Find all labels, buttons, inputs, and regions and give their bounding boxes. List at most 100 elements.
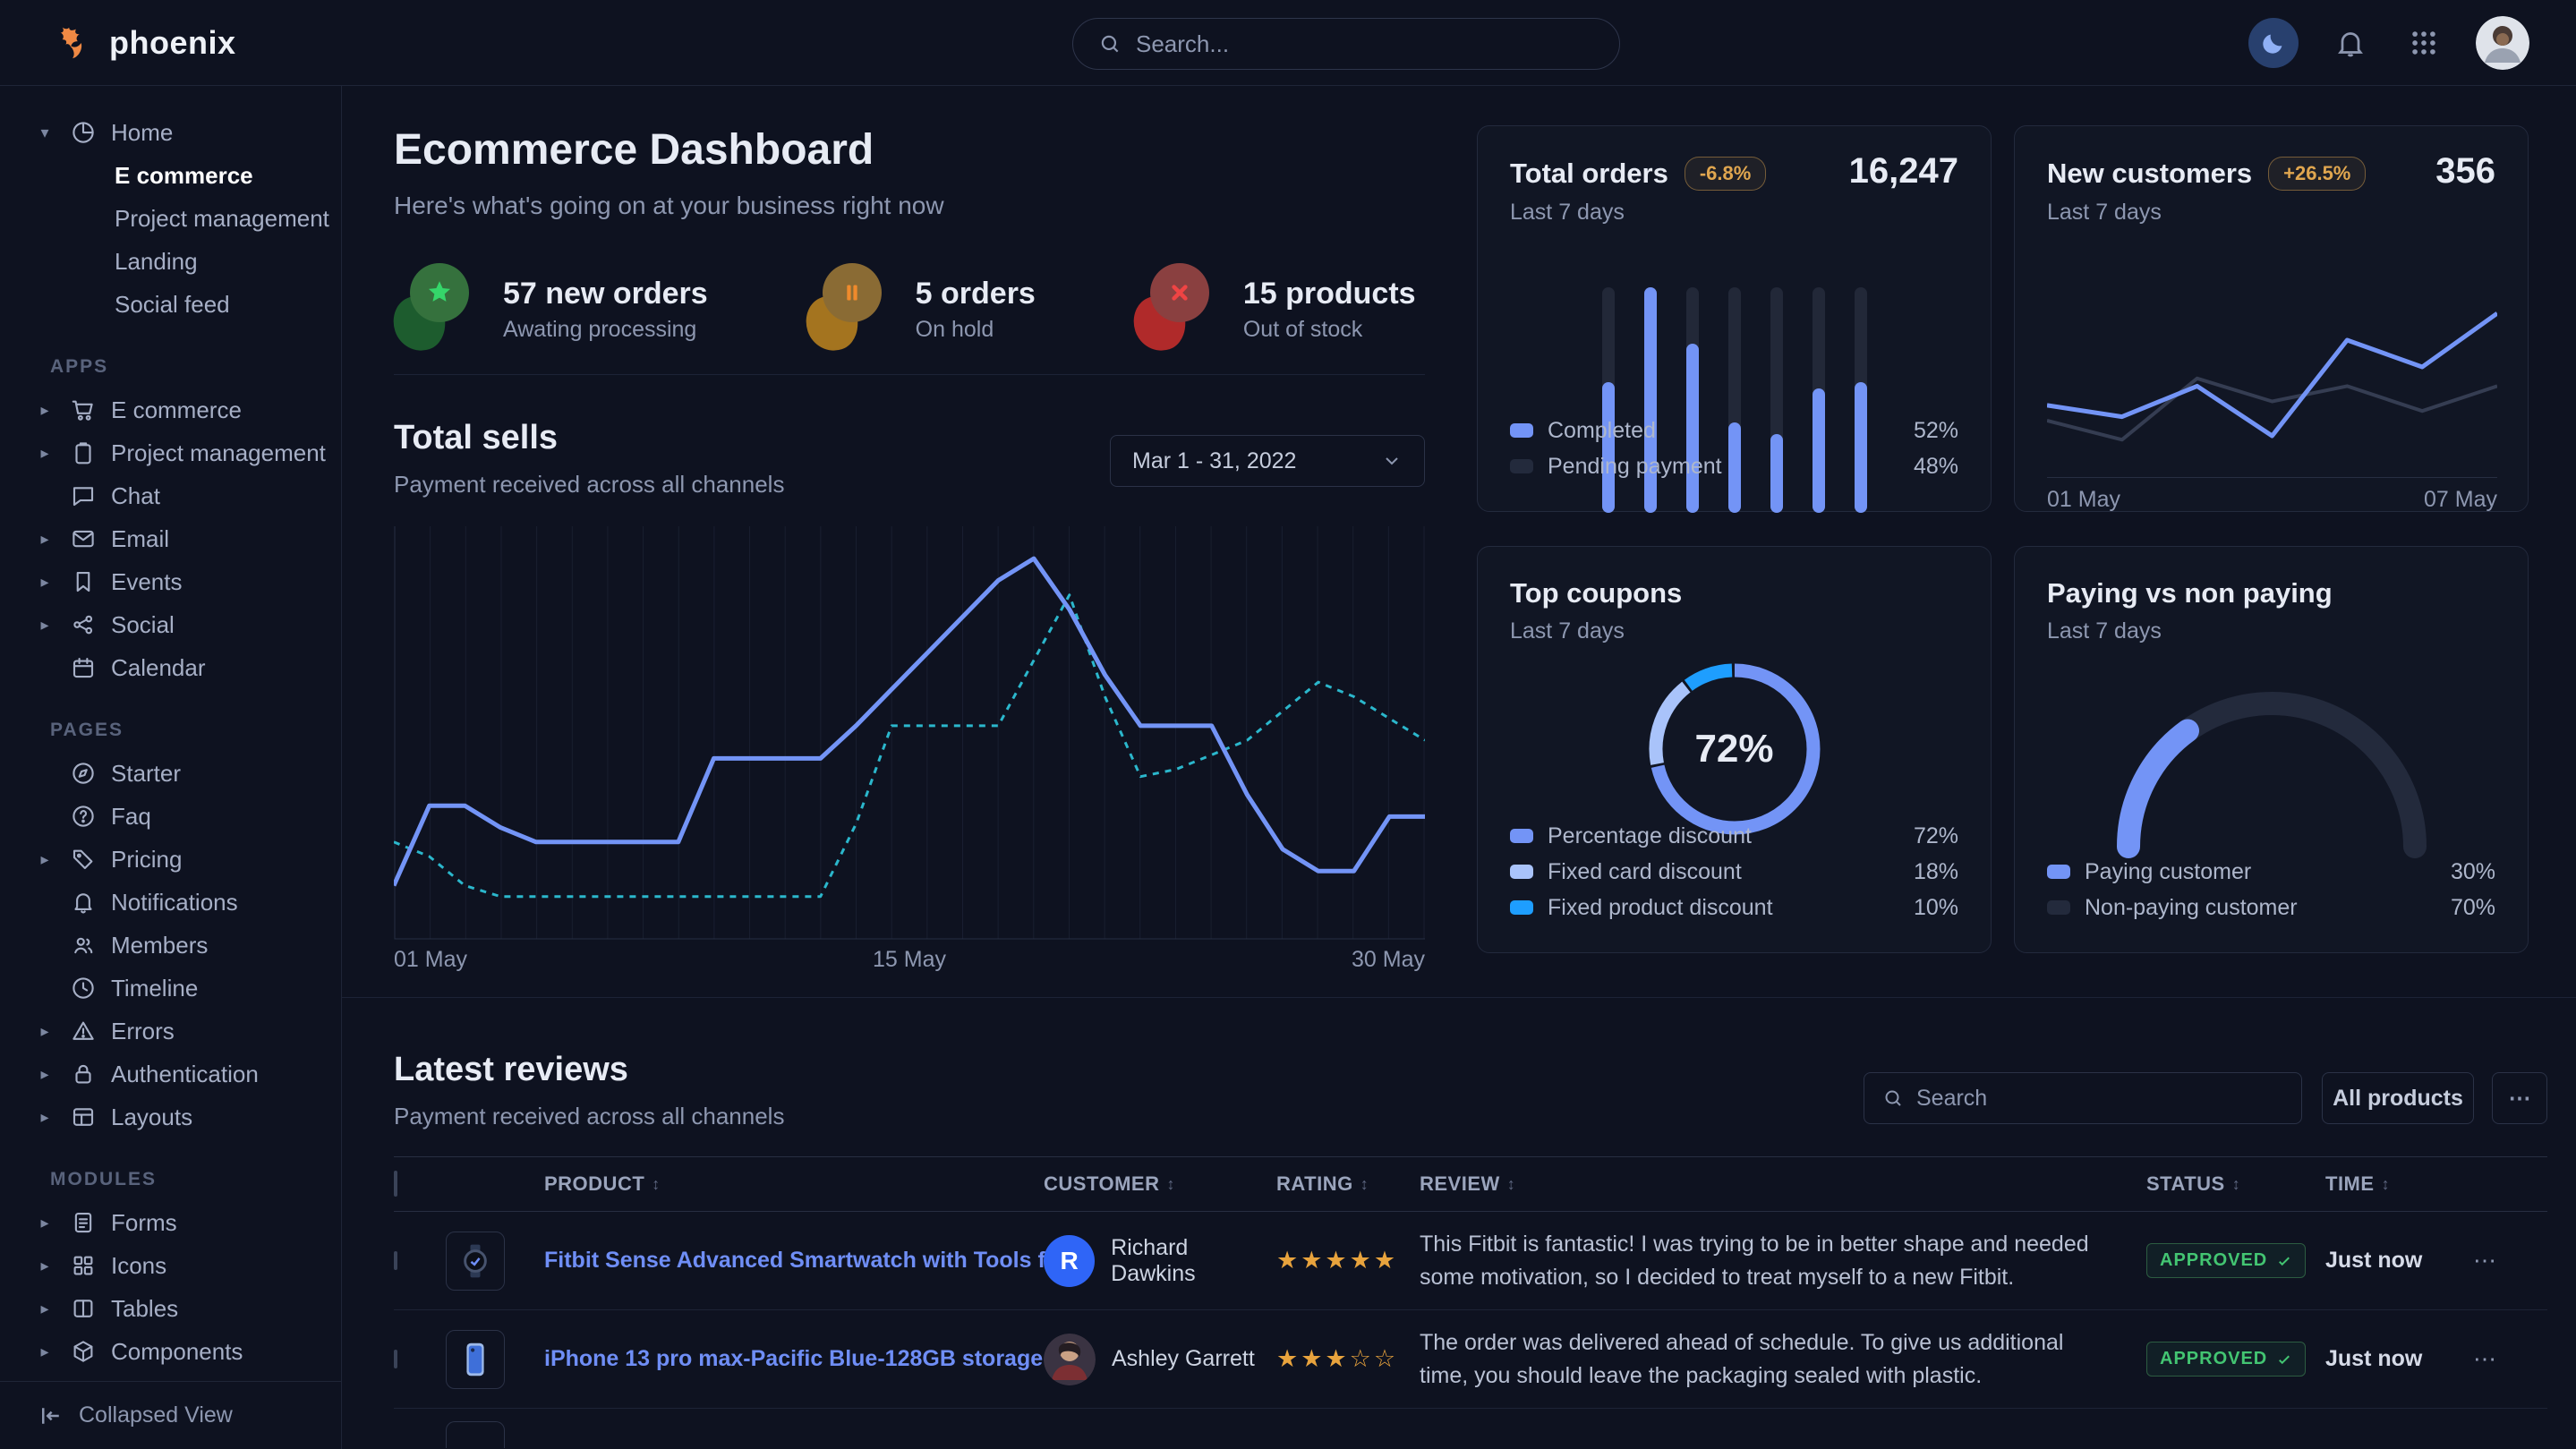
- sidebar-item-components[interactable]: ▸Components: [0, 1330, 341, 1373]
- sidebar-item-pricing[interactable]: ▸Pricing: [0, 838, 341, 881]
- sidebar-item-landing[interactable]: Landing: [0, 240, 341, 283]
- sidebar-item-email[interactable]: ▸Email: [0, 517, 341, 560]
- lock-icon: [68, 1059, 98, 1089]
- col-time[interactable]: TIME↕: [2325, 1172, 2458, 1196]
- sidebar-item-home[interactable]: ▾Home: [0, 111, 341, 154]
- sidebar-item-label: E commerce: [111, 396, 242, 424]
- select-all-checkbox[interactable]: [394, 1171, 397, 1197]
- search-input[interactable]: [1136, 30, 1594, 58]
- caret-right-icon: ▸: [34, 1257, 55, 1275]
- sidebar-item-errors[interactable]: ▸Errors: [0, 1010, 341, 1053]
- layout-icon: [68, 1102, 98, 1132]
- caret-right-icon: ▸: [34, 1022, 55, 1041]
- sidebar-item-social-feed[interactable]: Social feed: [0, 283, 341, 326]
- notifications-bell-icon[interactable]: [2329, 21, 2372, 64]
- col-status[interactable]: STATUS↕: [2146, 1172, 2325, 1196]
- x-label: 15 May: [873, 947, 946, 973]
- card-period: Last 7 days: [1510, 618, 1958, 644]
- reviews-search[interactable]: [1864, 1072, 2302, 1124]
- card-title: Paying vs non paying: [2047, 577, 2333, 609]
- sidebar-item-label: Tables: [111, 1295, 178, 1323]
- sidebar-item-label: Timeline: [111, 975, 198, 1002]
- col-customer[interactable]: CUSTOMER↕: [1044, 1172, 1276, 1196]
- status-badge: APPROVED: [2146, 1342, 2306, 1377]
- sidebar-item-notifications[interactable]: Notifications: [0, 881, 341, 924]
- sidebar-item-timeline[interactable]: Timeline: [0, 967, 341, 1010]
- caret-right-icon: ▸: [34, 530, 55, 549]
- row-menu-button[interactable]: ⋯: [2458, 1345, 2512, 1373]
- card-title: Total orders: [1510, 158, 1668, 190]
- global-search[interactable]: [1072, 18, 1620, 70]
- new-customers-x-labels: 01 May07 May: [2047, 477, 2497, 513]
- sidebar-item-faq[interactable]: Faq: [0, 795, 341, 838]
- legend-row: Fixed product discount10%: [1510, 890, 1958, 925]
- row-menu-button[interactable]: ⋯: [2458, 1247, 2512, 1274]
- product-link[interactable]: iPhone 13 pro max-Pacific Blue-128GB sto…: [544, 1346, 1043, 1371]
- reviews-more-button[interactable]: ⋯: [2492, 1072, 2547, 1124]
- stat-value: 15 products: [1243, 277, 1416, 311]
- total-sells-chart: [394, 526, 1425, 940]
- legend-row: Paying customer30%: [2047, 854, 2495, 890]
- customer-name: Richard Dawkins: [1111, 1235, 1276, 1287]
- sidebar-item-label: Layouts: [111, 1104, 192, 1131]
- stat-on-hold: 5 ordersOn hold: [806, 263, 1036, 356]
- all-products-button[interactable]: All products: [2322, 1072, 2474, 1124]
- trend-badge: -6.8%: [1685, 157, 1766, 191]
- section-label-pages: PAGES: [0, 689, 341, 752]
- sidebar-item-label: Project management: [115, 205, 329, 233]
- stat-awating-processing: 57 new ordersAwating processing: [394, 263, 708, 356]
- theme-toggle-moon-icon[interactable]: [2248, 18, 2299, 68]
- paying-gauge-chart: [2079, 654, 2464, 869]
- col-product[interactable]: PRODUCT↕: [544, 1172, 1044, 1196]
- col-rating[interactable]: RATING↕: [1276, 1172, 1420, 1196]
- grid-icon: [68, 1250, 98, 1281]
- product-link[interactable]: Fitbit Sense Advanced Smartwatch with To…: [544, 1248, 1078, 1273]
- apps-grid-icon[interactable]: [2402, 21, 2445, 64]
- clock-icon: [68, 973, 98, 1003]
- row-checkbox[interactable]: [394, 1350, 397, 1368]
- sidebar-item-forms[interactable]: ▸Forms: [0, 1201, 341, 1244]
- card-period: Last 7 days: [2047, 618, 2495, 644]
- sidebar-item-e-commerce[interactable]: ▸ E commerce: [0, 388, 341, 431]
- new-customers-chart: [2047, 260, 2497, 478]
- sidebar-item-icons[interactable]: ▸Icons: [0, 1244, 341, 1287]
- sidebar-item-social[interactable]: ▸Social: [0, 603, 341, 646]
- caret-right-icon: ▸: [34, 401, 55, 420]
- top-coupons-card: Top coupons Last 7 days 72% Percentage d…: [1477, 546, 1992, 953]
- stats-row: 57 new ordersAwating processing 5 ordersO…: [394, 263, 1416, 356]
- sidebar-item-events[interactable]: ▸Events: [0, 560, 341, 603]
- sidebar-item-layouts[interactable]: ▸Layouts: [0, 1095, 341, 1138]
- collapse-label: Collapsed View: [79, 1402, 233, 1428]
- sidebar-item-starter[interactable]: Starter: [0, 752, 341, 795]
- search-icon: [1098, 32, 1122, 55]
- reviews-search-input[interactable]: [1916, 1086, 2283, 1112]
- stat-value: 57 new orders: [503, 277, 708, 311]
- table-row-partial: [394, 1409, 2547, 1434]
- col-review[interactable]: REVIEW↕: [1420, 1172, 2146, 1196]
- sidebar-item-label: Authentication: [111, 1061, 259, 1088]
- product-thumbnail[interactable]: [446, 1330, 505, 1389]
- sidebar-item-project-management[interactable]: Project management: [0, 197, 341, 240]
- caret-right-icon: ▸: [34, 850, 55, 869]
- legend-row: Fixed card discount18%: [1510, 854, 1958, 890]
- user-avatar[interactable]: [2476, 16, 2529, 70]
- sidebar-item-label: Social feed: [115, 291, 230, 319]
- brand[interactable]: phoenix: [0, 22, 236, 64]
- legend-row: Completed52%: [1510, 413, 1958, 448]
- sidebar-item-tables[interactable]: ▸ Tables: [0, 1287, 341, 1330]
- sidebar-item-authentication[interactable]: ▸Authentication: [0, 1053, 341, 1095]
- sidebar-item-members[interactable]: Members: [0, 924, 341, 967]
- product-thumbnail[interactable]: [446, 1232, 505, 1291]
- sidebar-item-project-management[interactable]: ▸Project management: [0, 431, 341, 474]
- sidebar-item-calendar[interactable]: Calendar: [0, 646, 341, 689]
- brand-name: phoenix: [109, 24, 236, 62]
- x-label: 01 May: [394, 947, 467, 973]
- collapsed-view-toggle[interactable]: Collapsed View: [0, 1381, 341, 1449]
- row-checkbox[interactable]: [394, 1251, 397, 1270]
- sidebar-item-label: Components: [111, 1338, 243, 1366]
- caret-right-icon: ▸: [34, 1300, 55, 1318]
- sidebar-item-chat[interactable]: Chat: [0, 474, 341, 517]
- date-range-select[interactable]: Mar 1 - 31, 2022: [1110, 435, 1425, 487]
- divider: [342, 997, 2576, 998]
- sidebar-item-e-commerce[interactable]: E commerce: [0, 154, 341, 197]
